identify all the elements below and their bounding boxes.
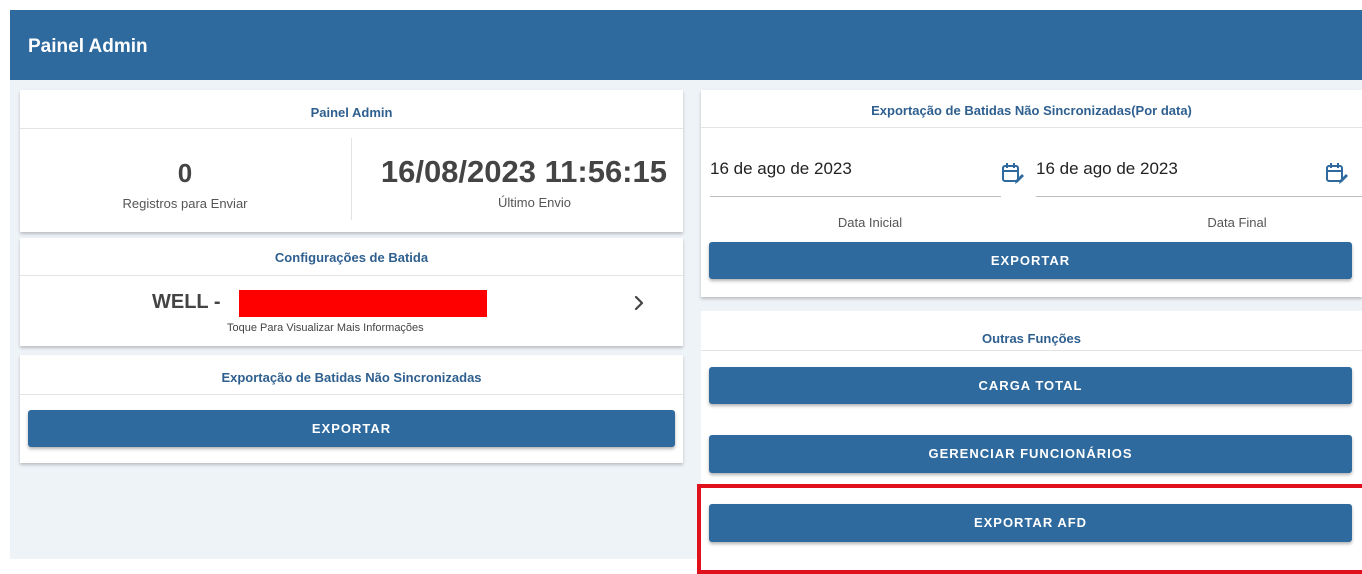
divider [20, 128, 683, 129]
divider [20, 394, 683, 395]
admin-card-title: Painel Admin [310, 105, 393, 120]
records-label: Registros para Enviar [122, 196, 248, 211]
column-divider [351, 138, 352, 220]
device-hint: Toque Para Visualizar Mais Informações [227, 322, 424, 334]
records-count: 0 [177, 158, 193, 188]
other-functions-title: Outras Funções [982, 331, 1081, 346]
divider [701, 127, 1362, 128]
last-send-datetime: 16/08/2023 11:56:15 [380, 154, 667, 189]
manage-employees-button[interactable]: GERENCIAR FUNCIONÁRIOS [709, 435, 1352, 473]
export-unsync-card: Exportação de Batidas Não Sincronizadas … [20, 355, 683, 463]
config-card[interactable]: Configurações de Batida WELL - Toque Par… [20, 238, 683, 346]
divider [701, 350, 1362, 351]
app-title: Painel Admin [28, 36, 148, 57]
redacted-device-id [239, 290, 487, 317]
start-date-label: Data Inicial [837, 215, 903, 230]
calendar-edit-icon[interactable] [1001, 162, 1025, 186]
calendar-edit-icon[interactable] [1325, 162, 1349, 186]
export-by-date-title: Exportação de Batidas Não Sincronizadas(… [871, 103, 1192, 118]
chevron-right-icon[interactable] [632, 294, 646, 312]
export-unsync-button[interactable]: EXPORTAR [28, 410, 675, 447]
divider [20, 275, 683, 276]
end-date-label: Data Final [1207, 215, 1267, 230]
highlight-box [697, 484, 1362, 574]
export-by-date-button[interactable]: EXPORTAR [709, 242, 1352, 279]
end-date-field[interactable]: 16 de ago de 2023 [1036, 159, 1178, 179]
export-by-date-card: Exportação de Batidas Não Sincronizadas(… [701, 90, 1362, 297]
start-date-underline [710, 196, 1001, 197]
end-date-underline [1036, 196, 1362, 197]
start-date-field[interactable]: 16 de ago de 2023 [710, 159, 852, 179]
export-unsync-title: Exportação de Batidas Não Sincronizadas [221, 370, 482, 385]
carga-total-button[interactable]: CARGA TOTAL [709, 367, 1352, 404]
config-card-title: Configurações de Batida [274, 250, 429, 265]
app-header: Painel Admin [10, 10, 1362, 80]
last-send-label: Último Envio [498, 195, 571, 210]
admin-summary-card: Painel Admin 0 Registros para Enviar 16/… [20, 90, 683, 232]
device-name: WELL - [152, 291, 221, 313]
